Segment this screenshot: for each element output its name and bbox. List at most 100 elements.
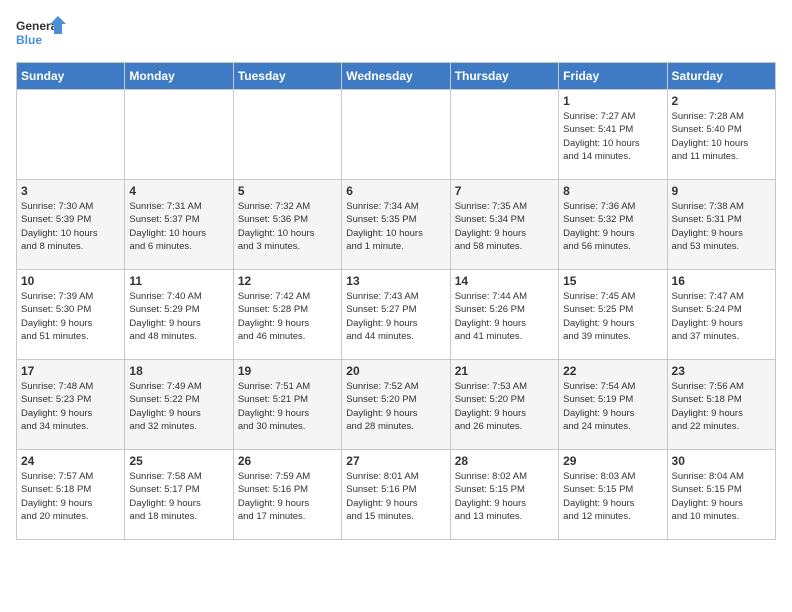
day-cell <box>233 90 341 180</box>
day-info: Sunrise: 7:34 AM Sunset: 5:35 PM Dayligh… <box>346 200 445 253</box>
day-info: Sunrise: 7:35 AM Sunset: 5:34 PM Dayligh… <box>455 200 554 253</box>
day-cell: 5 Sunrise: 7:32 AM Sunset: 5:36 PM Daylig… <box>233 180 341 270</box>
day-cell: 11Sunrise: 7:40 AM Sunset: 5:29 PM Dayli… <box>125 270 233 360</box>
day-cell: 16 Sunrise: 7:47 AM Sunset: 5:24 PM Dayli… <box>667 270 775 360</box>
day-info: Sunrise: 7:30 AM Sunset: 5:39 PM Dayligh… <box>21 200 120 253</box>
day-number: 24 <box>21 454 120 468</box>
day-number: 18 <box>129 364 228 378</box>
day-cell: 27 Sunrise: 8:01 AM Sunset: 5:16 PM Dayli… <box>342 450 450 540</box>
day-number: 20 <box>346 364 445 378</box>
day-info: Sunrise: 7:53 AM Sunset: 5:20 PM Dayligh… <box>455 380 554 433</box>
column-header-thursday: Thursday <box>450 63 558 90</box>
day-info: Sunrise: 7:58 AM Sunset: 5:17 PM Dayligh… <box>129 470 228 523</box>
day-number: 12 <box>238 274 337 288</box>
logo-svg: General Blue <box>16 16 66 52</box>
day-number: 9 <box>672 184 771 198</box>
day-cell <box>450 90 558 180</box>
week-row: 17Sunrise: 7:48 AM Sunset: 5:23 PM Dayli… <box>17 360 776 450</box>
day-cell: 30 Sunrise: 8:04 AM Sunset: 5:15 PM Dayli… <box>667 450 775 540</box>
day-number: 19 <box>238 364 337 378</box>
day-cell: 23 Sunrise: 7:56 AM Sunset: 5:18 PM Dayli… <box>667 360 775 450</box>
week-row: 24 Sunrise: 7:57 AM Sunset: 5:18 PM Dayli… <box>17 450 776 540</box>
day-cell: 28 Sunrise: 8:02 AM Sunset: 5:15 PM Dayli… <box>450 450 558 540</box>
day-cell: 22Sunrise: 7:54 AM Sunset: 5:19 PM Dayli… <box>559 360 667 450</box>
calendar-table: SundayMondayTuesdayWednesdayThursdayFrid… <box>16 62 776 540</box>
svg-text:Blue: Blue <box>16 33 42 47</box>
day-info: Sunrise: 7:45 AM Sunset: 5:25 PM Dayligh… <box>563 290 662 343</box>
day-cell <box>17 90 125 180</box>
day-info: Sunrise: 8:01 AM Sunset: 5:16 PM Dayligh… <box>346 470 445 523</box>
day-info: Sunrise: 8:04 AM Sunset: 5:15 PM Dayligh… <box>672 470 771 523</box>
day-info: Sunrise: 7:27 AM Sunset: 5:41 PM Dayligh… <box>563 110 662 163</box>
day-cell: 2 Sunrise: 7:28 AM Sunset: 5:40 PM Daylig… <box>667 90 775 180</box>
day-number: 3 <box>21 184 120 198</box>
day-cell: 3 Sunrise: 7:30 AM Sunset: 5:39 PM Daylig… <box>17 180 125 270</box>
week-row: 10 Sunrise: 7:39 AM Sunset: 5:30 PM Dayli… <box>17 270 776 360</box>
day-cell: 29 Sunrise: 8:03 AM Sunset: 5:15 PM Dayli… <box>559 450 667 540</box>
day-info: Sunrise: 7:43 AM Sunset: 5:27 PM Dayligh… <box>346 290 445 343</box>
day-number: 4 <box>129 184 228 198</box>
day-info: Sunrise: 7:57 AM Sunset: 5:18 PM Dayligh… <box>21 470 120 523</box>
day-number: 10 <box>21 274 120 288</box>
day-info: Sunrise: 7:51 AM Sunset: 5:21 PM Dayligh… <box>238 380 337 433</box>
day-cell: 17Sunrise: 7:48 AM Sunset: 5:23 PM Dayli… <box>17 360 125 450</box>
day-number: 25 <box>129 454 228 468</box>
day-number: 26 <box>238 454 337 468</box>
header-row: SundayMondayTuesdayWednesdayThursdayFrid… <box>17 63 776 90</box>
day-info: Sunrise: 7:49 AM Sunset: 5:22 PM Dayligh… <box>129 380 228 433</box>
day-number: 27 <box>346 454 445 468</box>
day-cell: 26 Sunrise: 7:59 AM Sunset: 5:16 PM Dayli… <box>233 450 341 540</box>
day-number: 16 <box>672 274 771 288</box>
week-row: 1 Sunrise: 7:27 AM Sunset: 5:41 PM Daylig… <box>17 90 776 180</box>
day-info: Sunrise: 7:39 AM Sunset: 5:30 PM Dayligh… <box>21 290 120 343</box>
day-number: 28 <box>455 454 554 468</box>
day-cell: 12Sunrise: 7:42 AM Sunset: 5:28 PM Dayli… <box>233 270 341 360</box>
column-header-wednesday: Wednesday <box>342 63 450 90</box>
day-info: Sunrise: 7:28 AM Sunset: 5:40 PM Dayligh… <box>672 110 771 163</box>
day-info: Sunrise: 8:03 AM Sunset: 5:15 PM Dayligh… <box>563 470 662 523</box>
day-number: 7 <box>455 184 554 198</box>
day-number: 11 <box>129 274 228 288</box>
day-info: Sunrise: 7:32 AM Sunset: 5:36 PM Dayligh… <box>238 200 337 253</box>
day-info: Sunrise: 7:31 AM Sunset: 5:37 PM Dayligh… <box>129 200 228 253</box>
day-number: 1 <box>563 94 662 108</box>
day-cell: 15 Sunrise: 7:45 AM Sunset: 5:25 PM Dayli… <box>559 270 667 360</box>
day-number: 23 <box>672 364 771 378</box>
day-number: 29 <box>563 454 662 468</box>
day-number: 30 <box>672 454 771 468</box>
day-cell: 1 Sunrise: 7:27 AM Sunset: 5:41 PM Daylig… <box>559 90 667 180</box>
day-cell: 25 Sunrise: 7:58 AM Sunset: 5:17 PM Dayli… <box>125 450 233 540</box>
logo: General Blue <box>16 16 66 52</box>
day-info: Sunrise: 7:59 AM Sunset: 5:16 PM Dayligh… <box>238 470 337 523</box>
day-info: Sunrise: 7:56 AM Sunset: 5:18 PM Dayligh… <box>672 380 771 433</box>
day-number: 8 <box>563 184 662 198</box>
day-info: Sunrise: 7:47 AM Sunset: 5:24 PM Dayligh… <box>672 290 771 343</box>
day-cell: 7 Sunrise: 7:35 AM Sunset: 5:34 PM Daylig… <box>450 180 558 270</box>
day-cell: 21 Sunrise: 7:53 AM Sunset: 5:20 PM Dayli… <box>450 360 558 450</box>
column-header-sunday: Sunday <box>17 63 125 90</box>
day-cell: 9 Sunrise: 7:38 AM Sunset: 5:31 PM Daylig… <box>667 180 775 270</box>
day-number: 13 <box>346 274 445 288</box>
column-header-tuesday: Tuesday <box>233 63 341 90</box>
day-cell: 20Sunrise: 7:52 AM Sunset: 5:20 PM Dayli… <box>342 360 450 450</box>
day-info: Sunrise: 7:48 AM Sunset: 5:23 PM Dayligh… <box>21 380 120 433</box>
day-cell: 19 Sunrise: 7:51 AM Sunset: 5:21 PM Dayli… <box>233 360 341 450</box>
day-number: 6 <box>346 184 445 198</box>
column-header-friday: Friday <box>559 63 667 90</box>
day-number: 5 <box>238 184 337 198</box>
day-cell <box>125 90 233 180</box>
day-info: Sunrise: 8:02 AM Sunset: 5:15 PM Dayligh… <box>455 470 554 523</box>
column-header-saturday: Saturday <box>667 63 775 90</box>
day-number: 2 <box>672 94 771 108</box>
day-info: Sunrise: 7:36 AM Sunset: 5:32 PM Dayligh… <box>563 200 662 253</box>
day-cell: 6 Sunrise: 7:34 AM Sunset: 5:35 PM Daylig… <box>342 180 450 270</box>
header: General Blue <box>16 16 776 52</box>
day-number: 15 <box>563 274 662 288</box>
column-header-monday: Monday <box>125 63 233 90</box>
day-number: 22 <box>563 364 662 378</box>
day-number: 14 <box>455 274 554 288</box>
day-cell: 10 Sunrise: 7:39 AM Sunset: 5:30 PM Dayli… <box>17 270 125 360</box>
day-number: 21 <box>455 364 554 378</box>
day-cell: 18 Sunrise: 7:49 AM Sunset: 5:22 PM Dayli… <box>125 360 233 450</box>
day-info: Sunrise: 7:38 AM Sunset: 5:31 PM Dayligh… <box>672 200 771 253</box>
